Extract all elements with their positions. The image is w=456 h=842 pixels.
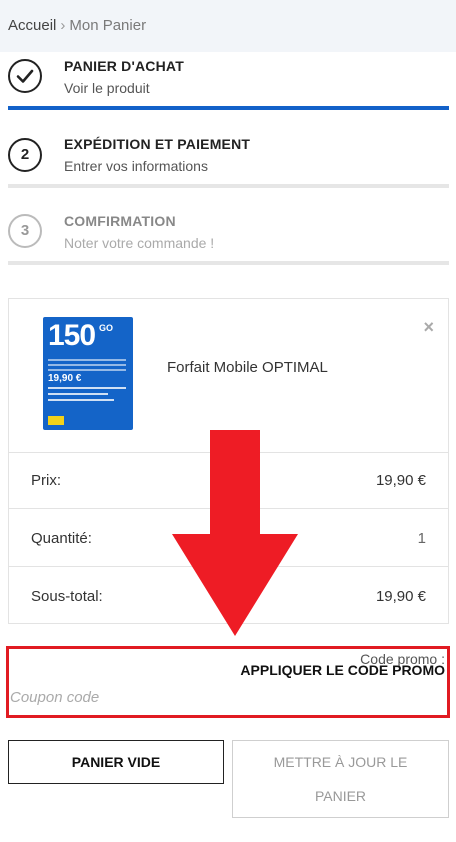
apply-coupon-button[interactable]: APPLIQUER LE CODE PROMO <box>240 662 445 678</box>
step-cart[interactable]: PANIER D'ACHAT Voir le produit <box>8 52 449 112</box>
quantity-value[interactable]: 1 <box>418 530 426 547</box>
breadcrumb-home-link[interactable]: Accueil <box>8 17 56 34</box>
step-progress-bar <box>8 106 449 110</box>
arrow-down-icon <box>172 430 298 636</box>
product-image-badge <box>48 416 64 425</box>
price-label: Prix: <box>31 472 61 489</box>
subtotal-value: 19,90 € <box>375 588 426 605</box>
price-value: 19,90 € <box>375 472 426 489</box>
step-subtitle: Noter votre commande ! <box>64 235 215 251</box>
step-subtitle: Voir le produit <box>64 80 150 96</box>
breadcrumb: Accueil › Mon Panier <box>0 0 456 52</box>
close-icon[interactable]: × <box>423 317 434 338</box>
step-title: COMFIRMATION <box>64 213 176 229</box>
breadcrumb-separator: › <box>60 17 66 34</box>
step-number: 2 <box>8 138 42 172</box>
breadcrumb-current: Mon Panier <box>69 17 147 34</box>
product-image-unit: GO <box>99 323 114 333</box>
coupon-input[interactable] <box>10 685 310 709</box>
subtotal-label: Sous-total: <box>31 588 103 605</box>
update-cart-button[interactable]: METTRE À JOUR LE PANIER <box>232 740 449 818</box>
product-image-amount: 150 <box>48 319 96 352</box>
step-progress-bar <box>8 261 449 265</box>
step-title: PANIER D'ACHAT <box>64 58 184 74</box>
step-subtitle: Entrer vos informations <box>64 158 208 174</box>
step-number: 3 <box>8 214 42 248</box>
step-title: EXPÉDITION ET PAIEMENT <box>64 136 251 152</box>
empty-cart-button[interactable]: PANIER VIDE <box>8 740 224 784</box>
step-shipping[interactable]: 2 EXPÉDITION ET PAIEMENT Entrer vos info… <box>8 130 449 190</box>
check-icon <box>8 59 42 93</box>
step-confirmation[interactable]: 3 COMFIRMATION Noter votre commande ! <box>8 208 449 268</box>
product-name[interactable]: Forfait Mobile OPTIMAL <box>167 359 328 376</box>
coupon-section: Code promo : APPLIQUER LE CODE PROMO <box>6 646 450 718</box>
quantity-label: Quantité: <box>31 530 92 547</box>
step-progress-bar <box>8 184 449 188</box>
product-image[interactable]: 150 GO 19,90 € <box>43 317 133 430</box>
product-image-price: 19,90 € <box>48 373 82 384</box>
